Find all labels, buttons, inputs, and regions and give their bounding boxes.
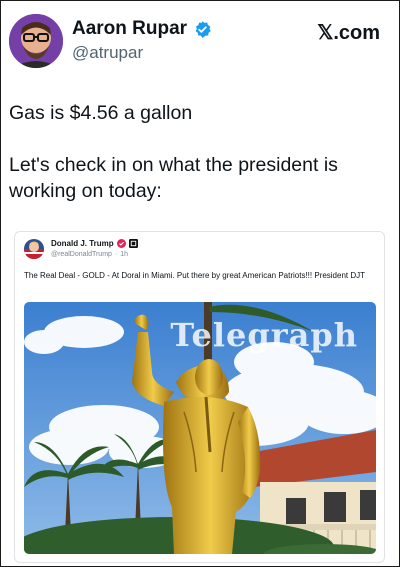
tweet-paragraph: Gas is $4.56 a gallon [9, 102, 193, 124]
author-display-name[interactable]: Aaron Rupar [72, 18, 187, 40]
tweet-paragraph: Let's check in on what the president is … [9, 154, 338, 202]
affiliation-badge-icon [116, 239, 126, 248]
author-handle[interactable]: @atrupar [72, 43, 143, 63]
quoted-post-card[interactable]: Donald J. Trump @realDonaldTrump · 1h Th… [14, 231, 385, 563]
quoted-author-avatar[interactable] [24, 239, 44, 259]
flag-badge-icon [128, 239, 138, 248]
meta-separator: · [114, 251, 118, 258]
verified-badge-icon [193, 20, 212, 39]
quoted-post-text: The Real Deal - GOLD - At Doral in Miami… [24, 271, 366, 280]
quoted-handle[interactable]: @realDonaldTrump [51, 251, 112, 258]
tweet-body: Gas is $4.56 a gallon Let's check in on … [9, 100, 389, 204]
x-brand-label: 𝕏.com [317, 22, 380, 44]
quoted-timestamp[interactable]: 1h [120, 251, 128, 258]
quoted-author-name[interactable]: Donald J. Trump [51, 239, 138, 248]
author-avatar[interactable] [9, 14, 63, 68]
photo-watermark: Telegraph [170, 316, 358, 354]
author-name[interactable]: Aaron Rupar [72, 18, 212, 40]
quoted-display-name[interactable]: Donald J. Trump [51, 239, 114, 248]
quoted-meta: @realDonaldTrump · 1h [51, 251, 128, 258]
quoted-post-photo[interactable]: Telegraph [24, 302, 376, 554]
